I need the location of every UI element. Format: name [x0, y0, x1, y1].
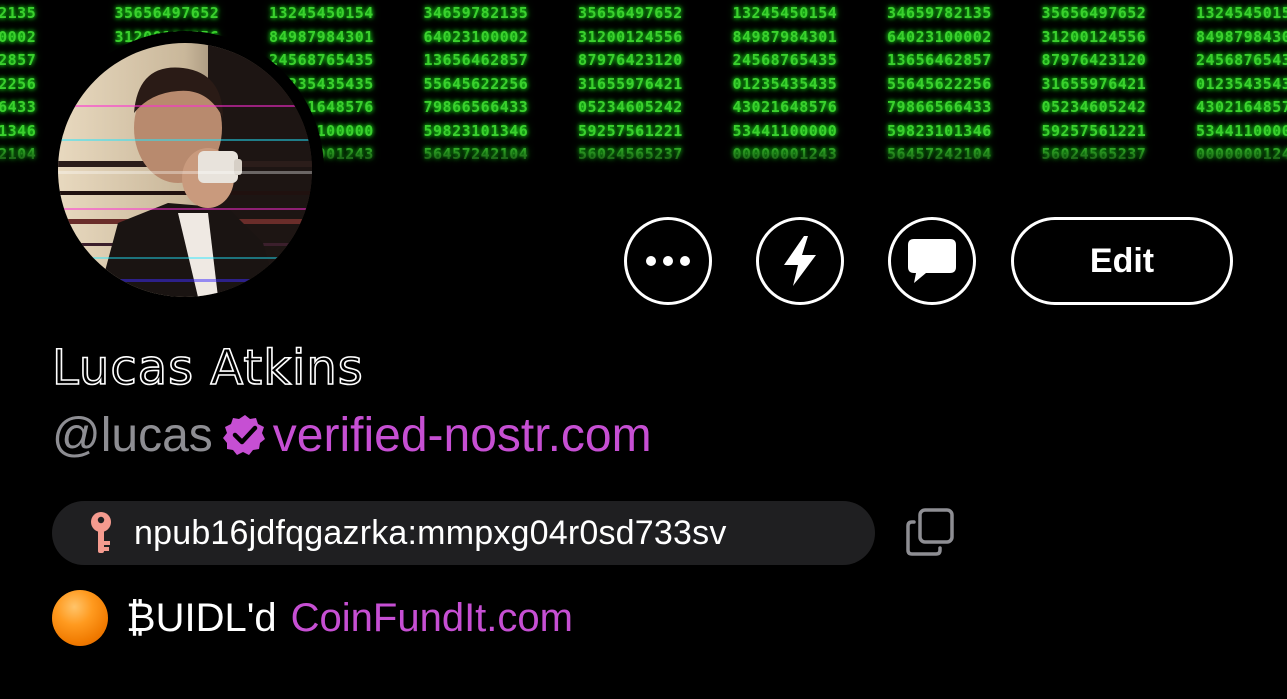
profile-photo-icon	[58, 43, 312, 297]
banner-number: 24568765435	[269, 51, 374, 69]
zap-button[interactable]	[756, 217, 844, 305]
banner-number: 79866566433	[423, 98, 529, 116]
banner-number: 64023100002	[887, 27, 992, 46]
copy-icon[interactable]	[904, 506, 956, 558]
banner-number: 43021648576	[732, 98, 838, 116]
banner-number: 43021648576	[1196, 98, 1287, 116]
more-options-button[interactable]	[624, 217, 712, 305]
banner-number: 05234605242	[1041, 98, 1147, 116]
banner-number: 59257561221	[1041, 121, 1147, 140]
bio-website-link[interactable]: CoinFundIt.com	[291, 596, 573, 641]
edit-profile-button[interactable]: Edit	[1011, 217, 1233, 305]
lightning-bolt-icon	[784, 236, 816, 286]
nip05-domain-link[interactable]: verified-nostr.com	[273, 408, 652, 463]
handle-row: @lucas verified-nostr.com	[52, 405, 652, 465]
banner-number: 24568765435	[732, 51, 838, 69]
display-name: Lucas Atkins	[51, 339, 364, 397]
banner-number: 05234605242	[578, 98, 683, 116]
username-handle: @lucas	[52, 408, 213, 462]
banner-number: 34659782135	[887, 4, 992, 22]
npub-pill[interactable]: npub16jdfqgazrka:mmpxg04r0sd733sv	[52, 501, 875, 565]
npub-text: npub16jdfqgazrka:mmpxg04r0sd733sv	[134, 513, 727, 552]
bio-text: ₿UIDL'd	[126, 595, 277, 640]
bio: ₿UIDL'd CoinFundIt.com	[52, 588, 573, 648]
banner-number: 59823101346	[887, 121, 992, 140]
banner-number: 55645622256	[887, 74, 992, 93]
banner-number: 31655976421	[1041, 74, 1147, 93]
message-button[interactable]	[888, 217, 976, 305]
banner-number: 35656497652	[578, 4, 683, 22]
banner-number: 87976423120	[1041, 51, 1147, 69]
banner-row: 59782135 35656497652 13245450154 3465978213…	[0, 2, 1287, 26]
banner-number: 59257561221	[578, 121, 683, 140]
banner-number: 84987984301	[269, 27, 374, 46]
banner-number: 84987984301	[1196, 27, 1287, 46]
key-icon	[91, 512, 111, 553]
banner-number: 31200124556	[578, 27, 683, 46]
banner-number: 53441100000	[732, 121, 838, 140]
chat-bubble-icon	[908, 239, 956, 283]
avatar-photo	[58, 43, 312, 297]
banner-number: 35656497652	[114, 4, 220, 22]
avatar[interactable]	[46, 31, 324, 309]
banner-number: 34659782135	[423, 4, 529, 22]
banner-number: 31655976421	[578, 74, 683, 93]
banner-number: 53441100000	[1196, 121, 1287, 140]
banner-number: 59782135	[0, 4, 37, 22]
banner-number: 59823101346	[423, 121, 529, 140]
banner-number: 13245450154	[732, 4, 838, 22]
banner-number: 55645622256	[423, 74, 529, 93]
banner-number: 13656462857	[423, 51, 529, 69]
banner-number: 84987984301	[732, 27, 838, 46]
banner-number: 35656497652	[1041, 4, 1147, 22]
ellipsis-icon	[646, 256, 690, 266]
banner-number: 01235435435	[1196, 74, 1287, 93]
banner-number: 23100002	[0, 27, 37, 46]
banner-number: 01235435435	[732, 74, 838, 93]
banner-number: 87976423120	[578, 51, 683, 69]
banner-number: 13245450154	[1196, 4, 1287, 22]
orange-circle-emoji	[52, 590, 108, 646]
banner-number: 64023100002	[423, 27, 529, 46]
banner-number: 13245450154	[269, 4, 374, 22]
banner-number: 13656462857	[887, 51, 992, 69]
verified-badge-icon	[222, 415, 265, 455]
banner-number: 31200124556	[1041, 27, 1147, 46]
banner-number: 79866566433	[887, 98, 992, 116]
banner-number: 24568765435	[1196, 51, 1287, 69]
